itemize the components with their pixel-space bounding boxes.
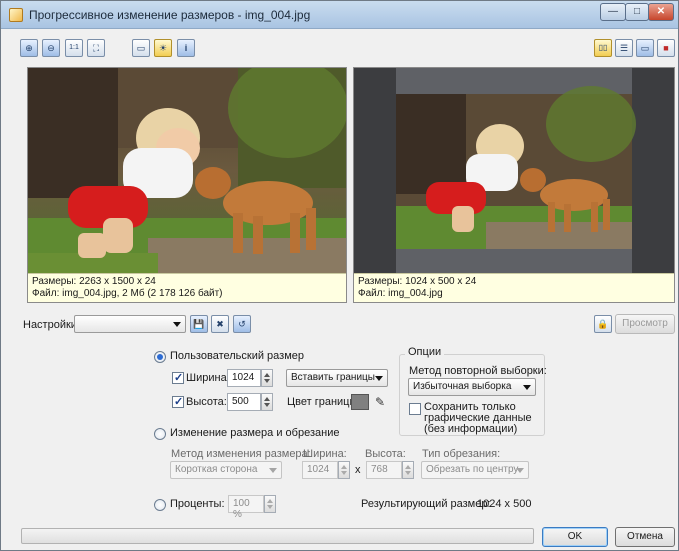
original-file-text: Файл: img_004.jpg, 2 Мб (2 178 126 байт) [32,288,223,299]
info-icon[interactable]: i [177,39,195,57]
crop-width-label: Ширина: [303,448,347,460]
zoom-out-icon[interactable]: ⊖ [42,39,60,57]
percent-input[interactable]: 100 % [228,495,264,520]
preview-button[interactable]: Просмотр [615,314,675,334]
eyedropper-icon[interactable]: ✎ [373,394,387,410]
actual-size-icon[interactable]: 1:1 [65,39,83,57]
fit-window-icon[interactable]: ⛶ [87,39,105,57]
photo-result-letterboxed [354,68,674,275]
resize-method-label: Метод изменения размера: [171,448,311,460]
settings-dropdown[interactable] [74,315,186,333]
border-color-swatch[interactable] [351,394,369,410]
crop-height-spinner[interactable] [402,461,414,479]
ok-button[interactable]: OK [542,527,608,547]
chevron-down-icon [523,385,531,390]
minimize-button[interactable]: — [600,3,626,21]
percent-radio[interactable] [154,499,166,511]
resize-dialog: Прогрессивное изменение размеров - img_0… [0,0,679,551]
result-preview[interactable]: Размеры: 1024 x 500 x 24 Файл: img_004.j… [353,67,675,303]
result-image [354,68,674,275]
options-title: Опции [405,346,445,358]
progress-bar [21,528,534,544]
lock-icon[interactable]: 🔒 [594,315,612,333]
settings-label: Настройки: [23,319,80,331]
height-spinner[interactable] [261,393,273,411]
crop-height-label: Высота: [365,448,406,460]
resize-method-dropdown[interactable]: Короткая сторона [170,461,282,479]
percent-label: Проценты: [170,498,225,510]
crop-type-value: Обрезать по центру [426,464,519,475]
layout-single-icon[interactable]: ▭ [636,39,654,57]
height-label: Высота: [186,396,227,408]
crop-height-input[interactable]: 768 [366,461,402,479]
crop-type-label: Тип обрезания: [422,448,501,460]
result-info: Размеры: 1024 x 500 x 24 Файл: img_004.j… [354,273,674,302]
result-size-value: 1024 x 500 [477,498,532,510]
layout-full-icon[interactable]: ■ [657,39,675,57]
original-image [28,68,346,275]
resize-method-value: Короткая сторона [175,464,258,475]
app-icon [9,8,23,22]
chevron-down-icon [516,468,524,473]
original-info: Размеры: 2263 x 1500 x 24 Файл: img_004.… [28,273,346,302]
times-label: x [355,464,361,476]
resize-crop-label: Изменение размера и обрезание [170,427,340,439]
layout-stacked-icon[interactable]: ☰ [615,39,633,57]
save-settings-icon[interactable]: 💾 [190,315,208,333]
width-input[interactable]: 1024 [227,369,261,387]
width-label: Ширина: [186,372,230,384]
window-title: Прогрессивное изменение размеров - img_0… [29,8,311,22]
custom-size-radio[interactable] [154,351,166,363]
close-button[interactable]: ✕ [648,3,674,21]
resample-value: Избыточная выборка [413,381,512,392]
crop-width-spinner[interactable] [338,461,350,479]
save-graphics-label: Сохранить только графические данные (без… [424,401,532,435]
height-checkbox[interactable] [172,395,184,408]
save-graphics-checkbox[interactable] [409,403,421,415]
original-preview[interactable]: Размеры: 2263 x 1500 x 24 Файл: img_004.… [27,67,347,303]
photo-child-puppy [28,68,346,275]
height-input[interactable]: 500 [227,393,261,411]
border-color-label: Цвет границы: [287,396,361,408]
crop-width-input[interactable]: 1024 [302,461,338,479]
sun-icon[interactable]: ☀ [154,39,172,57]
width-checkbox[interactable] [172,371,184,384]
title-bar[interactable]: Прогрессивное изменение размеров - img_0… [1,1,678,29]
delete-settings-icon[interactable]: ✖ [211,315,229,333]
border-mode-value: Вставить границы [291,372,375,383]
original-size-text: Размеры: 2263 x 1500 x 24 [32,276,156,287]
cancel-button[interactable]: Отмена [615,527,675,547]
custom-size-label: Пользовательский размер [170,350,304,362]
chevron-down-icon [173,322,181,327]
reset-settings-icon[interactable]: ↺ [233,315,251,333]
result-size-text: Размеры: 1024 x 500 x 24 [358,276,477,287]
result-file-text: Файл: img_004.jpg [358,288,443,299]
width-spinner[interactable] [261,369,273,387]
resample-dropdown[interactable]: Избыточная выборка [408,378,536,396]
chevron-down-icon [375,376,383,381]
zoom-in-icon[interactable]: ⊕ [20,39,38,57]
border-mode-dropdown[interactable]: Вставить границы [286,369,388,387]
result-size-label: Результирующий размер: [361,498,491,510]
maximize-button[interactable]: □ [625,3,649,21]
resize-crop-radio[interactable] [154,428,166,440]
layout-side-by-side-icon[interactable]: ▯▯ [594,39,612,57]
resample-label: Метод повторной выборки: [409,365,547,377]
chevron-down-icon [269,468,277,473]
image-info-icon[interactable]: ▭ [132,39,150,57]
crop-type-dropdown[interactable]: Обрезать по центру [421,461,529,479]
percent-spinner[interactable] [264,495,276,513]
